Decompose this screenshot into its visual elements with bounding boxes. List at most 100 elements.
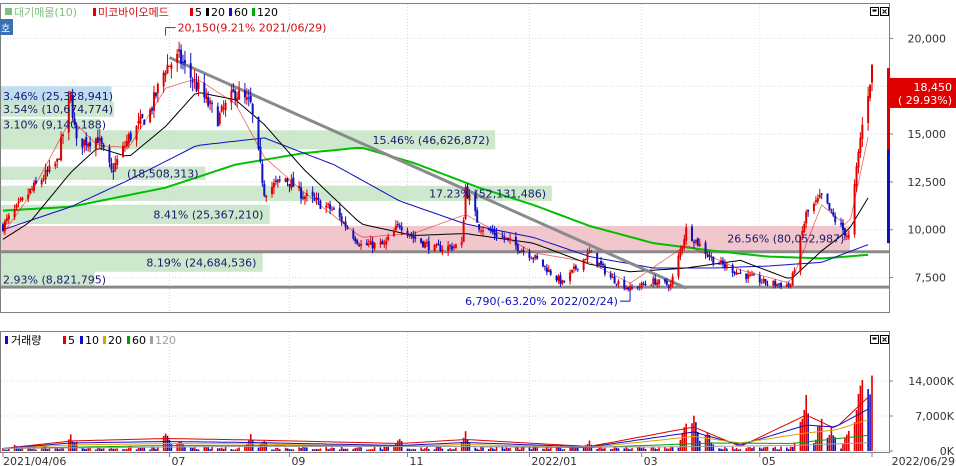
candle-body: [491, 229, 494, 233]
candle-body: [758, 275, 761, 283]
candle-body: [236, 97, 239, 102]
volume-bar: [313, 449, 316, 451]
candle-body: [532, 257, 535, 259]
volume-axis-label: 7,000K: [915, 410, 954, 423]
candle-body: [129, 133, 132, 140]
volume-bar: [306, 447, 308, 451]
volume-bar: [820, 418, 823, 451]
volume-bar: [379, 447, 382, 451]
volume-bar: [609, 449, 612, 451]
volume-bar: [602, 448, 604, 451]
volume-profile-label: 3.54% (10,674,774): [3, 103, 113, 116]
volume-bar: [209, 449, 211, 451]
candle-body: [441, 249, 444, 252]
candle-body: [259, 146, 262, 162]
legend-swatch: [103, 336, 106, 344]
volume-bar: [642, 447, 645, 451]
volume-bar: [789, 446, 792, 451]
volume-bar: [352, 449, 355, 451]
candle-body: [460, 242, 463, 246]
candle-body: [718, 263, 721, 265]
volume-bar: [230, 449, 233, 451]
candle-body: [503, 236, 506, 239]
volume-bar: [44, 446, 47, 451]
candle-body: [85, 137, 88, 146]
candle-body: [332, 208, 335, 210]
candle-body: [708, 254, 711, 258]
candle-body: [683, 239, 686, 247]
volume-bar: [408, 448, 411, 451]
legend-swatch: [127, 336, 130, 344]
volume-bar: [544, 448, 546, 451]
volume-bar: [753, 446, 755, 451]
candle-body: [847, 235, 850, 238]
volume-bar: [449, 448, 451, 451]
volume-bar: [751, 448, 753, 451]
volume-bar: [342, 448, 345, 451]
volume-bar: [422, 449, 424, 451]
volume-bar: [441, 448, 444, 451]
candle-body: [814, 200, 817, 202]
candle-body: [265, 195, 268, 198]
volume-bar: [246, 443, 248, 451]
candle-body: [677, 255, 680, 277]
candle-body: [218, 112, 221, 124]
volume-bar: [387, 446, 389, 451]
side-tab[interactable]: 호: [0, 19, 13, 35]
volume-bar: [600, 447, 602, 451]
candle-body: [96, 137, 99, 144]
candle-body: [785, 284, 788, 287]
volume-bar: [760, 448, 763, 451]
volume-bar: [300, 448, 302, 451]
volume-bar: [238, 447, 240, 451]
candle-body: [507, 237, 510, 239]
volume-bar: [780, 446, 782, 451]
legend-swatch: [150, 336, 153, 344]
candle-body: [764, 279, 767, 284]
candle-body: [710, 256, 713, 258]
volume-bar: [426, 446, 428, 451]
candle-body: [261, 163, 264, 183]
legend-item-vma20: 20: [108, 334, 122, 347]
candle-body: [555, 275, 558, 281]
volume-bar: [706, 432, 709, 451]
candle-body: [663, 279, 666, 282]
candle-body: [249, 95, 252, 102]
volume-bar: [604, 447, 606, 451]
candle-body: [290, 179, 293, 189]
volume-bar: [344, 448, 347, 451]
volume-legend: 거래량 5 10 20 60 120: [5, 334, 176, 347]
volume-bar: [679, 439, 682, 451]
date-axis-label: 2022/06/29: [892, 455, 955, 466]
candle-body: [751, 274, 754, 276]
volume-bar: [302, 446, 304, 451]
candle-body: [247, 97, 250, 99]
volume-bar: [489, 447, 492, 451]
candle-body: [203, 82, 206, 98]
candle-body: [447, 245, 450, 251]
candle-body: [181, 61, 184, 63]
candle-body: [83, 139, 86, 146]
candle-body: [222, 107, 225, 109]
candle-body: [46, 170, 49, 172]
volume-bar: [455, 447, 457, 451]
volume-bar: [518, 449, 521, 451]
candle-body: [263, 183, 266, 196]
candle-body: [830, 209, 833, 211]
volume-bar: [278, 449, 281, 451]
volume-bar: [439, 446, 442, 451]
candle-body: [805, 211, 808, 224]
volume-bar: [224, 446, 227, 451]
candle-body: [48, 165, 51, 172]
date-axis-label: 2022/01: [531, 455, 577, 466]
candle-body: [392, 230, 395, 237]
volume-profile-label: 3.10% (9,140,188): [3, 119, 106, 132]
candle-body: [354, 237, 357, 242]
candle-body: [793, 270, 796, 274]
volume-bar: [56, 448, 58, 451]
volume-bar: [739, 449, 742, 451]
candle-body: [340, 216, 343, 223]
volume-bar: [778, 449, 780, 451]
volume-profile-label: 15.46% (46,626,872): [372, 134, 489, 147]
candle-body: [211, 103, 214, 105]
